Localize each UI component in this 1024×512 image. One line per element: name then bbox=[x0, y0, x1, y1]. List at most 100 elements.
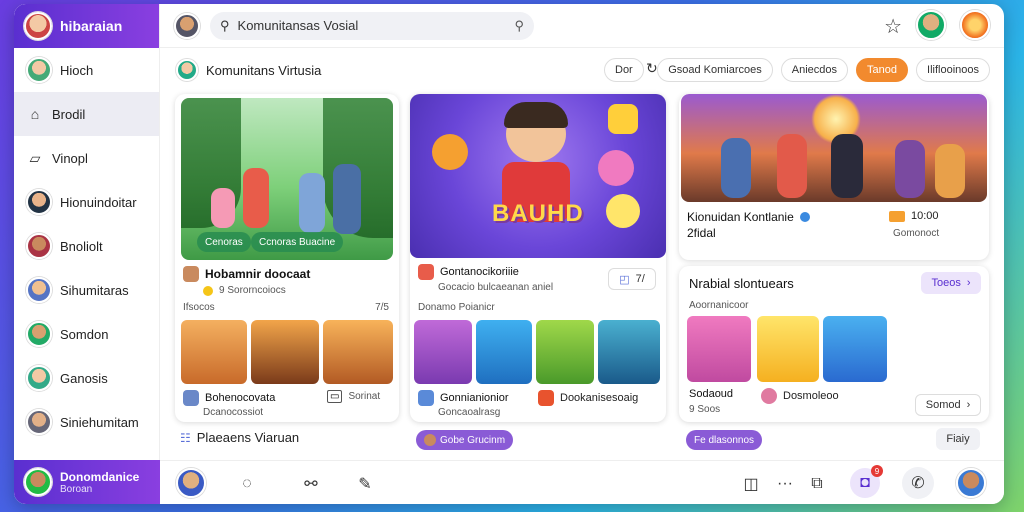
card2-thumb-4[interactable] bbox=[598, 320, 660, 384]
card1-author-avatar bbox=[183, 266, 199, 282]
card1-thumb-2[interactable] bbox=[251, 320, 319, 384]
messages-button[interactable]: ✆ bbox=[902, 467, 934, 499]
gallery-icon[interactable]: ⧉ bbox=[804, 471, 830, 497]
sidebar-item-2[interactable]: ▱ Vinopl bbox=[14, 136, 159, 180]
card4-thumb-3[interactable] bbox=[823, 316, 887, 382]
post-card-2[interactable]: BAUHD Gontanocikoriiie Gocacio bulcaeana… bbox=[410, 94, 666, 422]
search-bar: ⚲ ⚲ bbox=[210, 11, 534, 40]
card1-meta: Ifsocos bbox=[183, 302, 215, 313]
card1-thumb-1[interactable] bbox=[181, 320, 247, 384]
refresh-icon[interactable]: ↻ bbox=[646, 60, 658, 77]
card1-chip-2[interactable]: Ccnoras Buacine bbox=[251, 232, 344, 252]
sidebar-item-8[interactable]: Siniehumitam bbox=[14, 400, 159, 444]
card4-footer-button-label: Somod bbox=[925, 399, 961, 411]
sidebar-item-label: Ganosis bbox=[60, 370, 108, 386]
post-card-1[interactable]: Cenoras Ccnoras Buacine Hobamnir doocaat… bbox=[175, 94, 399, 422]
header-profile-avatar[interactable] bbox=[916, 10, 946, 40]
card1-sub-row: 9 Sororncoiocs bbox=[203, 285, 286, 296]
sidebar-item-7[interactable]: Ganosis bbox=[14, 356, 159, 400]
card1-title-row: Hobamnir doocaat bbox=[183, 266, 310, 282]
card2-sub: Gocacio bulcaeanan aniel bbox=[438, 282, 554, 293]
sidebar-user[interactable]: Donomdanice Boroan bbox=[14, 460, 160, 504]
link-icon[interactable]: ⚯ bbox=[298, 471, 324, 497]
star-icon[interactable]: ☆ bbox=[884, 14, 902, 39]
chevron-right-icon: › bbox=[966, 399, 971, 411]
card2-hero-text: BAUHD bbox=[492, 200, 584, 227]
sidebar-avatar bbox=[26, 409, 52, 435]
header-avatar[interactable] bbox=[174, 12, 200, 39]
sidebar-avatar bbox=[26, 57, 52, 83]
card1-thumb-3[interactable] bbox=[323, 320, 393, 384]
post-card-4[interactable]: Nrabial slontuears Toeos › Aoornanicoor … bbox=[679, 266, 989, 422]
card2-thumb-3[interactable] bbox=[536, 320, 594, 384]
card4-footer-button[interactable]: Somod › bbox=[915, 394, 981, 416]
bottom-avatar[interactable] bbox=[176, 468, 206, 498]
card2-hero-image: BAUHD bbox=[410, 94, 666, 258]
header-orange-avatar[interactable] bbox=[960, 10, 990, 40]
card2-thumb-2[interactable] bbox=[476, 320, 532, 384]
sidebar-item-4[interactable]: Bnoliolt bbox=[14, 224, 159, 268]
pen-icon[interactable]: ✎ bbox=[352, 471, 378, 497]
sidebar-item-label: Hioch bbox=[60, 62, 94, 78]
sidebar-avatar bbox=[26, 321, 52, 347]
dor-button[interactable]: Dor bbox=[604, 58, 644, 82]
filter-tab-1[interactable]: Aniecdos bbox=[780, 58, 849, 82]
instagram-icon[interactable]: ◫ bbox=[738, 471, 764, 497]
footer-pill-1-label: Gobe Grucinm bbox=[440, 434, 506, 446]
sidebar-item-5[interactable]: Sihumitaras bbox=[14, 268, 159, 312]
notification-badge: 9 bbox=[871, 465, 883, 477]
card1-footer-label: Bohenocovata bbox=[205, 392, 276, 404]
card2-footer-label-2: Dookanisesoaig bbox=[560, 392, 639, 404]
search-input[interactable] bbox=[237, 18, 507, 33]
card4-footer-row-2[interactable]: Dosmoleoo bbox=[761, 388, 839, 404]
community-title: Komunitans Virtusia bbox=[206, 62, 322, 78]
footer-pill-1[interactable]: Gobe Grucinm bbox=[416, 430, 514, 450]
filter-tab-0[interactable]: Gsoad Komiarcoes bbox=[657, 58, 773, 82]
search-submit-icon[interactable]: ⚲ bbox=[514, 18, 524, 34]
filter-tab-2[interactable]: Tanod bbox=[856, 58, 909, 82]
footer-button[interactable]: Fiaiy bbox=[936, 428, 980, 450]
card2-footer-row-2[interactable]: Dookanisesoaig bbox=[538, 390, 638, 406]
card4-footer-label: Sodaoud bbox=[689, 388, 734, 400]
card2-meta: Donamo Poianicr bbox=[418, 302, 495, 313]
card2-action-label: 7/ bbox=[635, 273, 645, 285]
card2-footer-label: Gonnianionior bbox=[440, 392, 509, 404]
card3-title-row: Kionuidan Kontlanie bbox=[687, 210, 810, 224]
filter-tab-3[interactable]: Iliflooinoos bbox=[916, 58, 990, 82]
sidebar-item-1[interactable]: ⌂ Brodil bbox=[14, 92, 159, 136]
card1-footer-btn[interactable]: ▭ Sorinat bbox=[327, 390, 380, 403]
bookmark-icon: ▱ bbox=[29, 149, 41, 166]
card2-thumb-1[interactable] bbox=[414, 320, 472, 384]
card1-footer-avatar bbox=[183, 390, 199, 406]
sidebar-avatar bbox=[26, 189, 52, 215]
sidebar-item-label: Brodil bbox=[52, 106, 86, 122]
list-icon: ☷ bbox=[180, 430, 191, 445]
filter-tabs: Gsoad Komiarcoes Aniecdos Tanod Iliflooi… bbox=[657, 58, 990, 82]
post-card-3[interactable]: Kionuidan Kontlanie 2fidal 10:00 Gomonoc… bbox=[679, 94, 989, 260]
card2-footer-icon bbox=[538, 390, 554, 406]
card4-sub: Aoornanicoor bbox=[689, 300, 749, 311]
sidebar-item-label: Somdon bbox=[60, 326, 109, 342]
card4-thumb-2[interactable] bbox=[757, 316, 819, 382]
sidebar-item-0[interactable]: Hioch bbox=[14, 48, 159, 92]
card1-sub: 9 Sororncoiocs bbox=[219, 285, 286, 296]
card2-footer-avatar bbox=[418, 390, 434, 406]
footer-pill-2[interactable]: Fe dlasonnos bbox=[686, 430, 763, 450]
sidebar-item-label: Sihumitaras bbox=[60, 282, 129, 298]
notifications-button[interactable]: ◘ 9 bbox=[850, 465, 883, 498]
sidebar-item-6[interactable]: Somdon bbox=[14, 312, 159, 356]
chat-bubble-icon[interactable]: ◌ bbox=[234, 471, 260, 497]
card2-action-button[interactable]: ◰ 7/ bbox=[608, 268, 656, 290]
sidebar-avatar bbox=[26, 365, 52, 391]
card1-chip-1[interactable]: Cenoras bbox=[197, 232, 251, 252]
more-icon[interactable]: ··· bbox=[772, 471, 798, 497]
card4-action-button[interactable]: Toeos › bbox=[921, 272, 981, 294]
sidebar-item-3[interactable]: Hionuindoitar bbox=[14, 180, 159, 224]
card1-footer-row: Bohenocovata bbox=[183, 390, 275, 406]
card3-badge-icon bbox=[889, 210, 905, 222]
sidebar: hibaraian Hioch ⌂ Brodil ▱ Vinopl Hionui… bbox=[14, 4, 160, 504]
card4-thumb-1[interactable] bbox=[687, 316, 751, 382]
arrow-right-icon: › bbox=[966, 277, 971, 289]
bottom-profile-avatar[interactable] bbox=[956, 468, 986, 498]
brand-bar[interactable]: hibaraian bbox=[14, 4, 159, 48]
